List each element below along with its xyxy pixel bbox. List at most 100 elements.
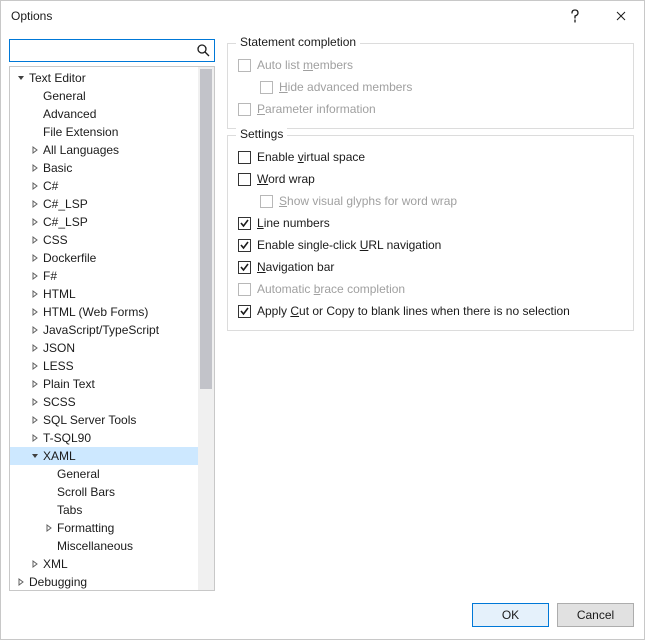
tree-item[interactable]: HTML (Web Forms) <box>10 303 198 321</box>
checkbox-label: Navigation bar <box>257 260 334 274</box>
tree-item-label: Debugging <box>28 573 87 590</box>
tree-item[interactable]: C# <box>10 177 198 195</box>
tree-item[interactable]: Scroll Bars <box>10 483 198 501</box>
tree-item[interactable]: F# <box>10 267 198 285</box>
expand-icon[interactable] <box>28 236 42 244</box>
checkbox[interactable] <box>238 261 251 274</box>
tree-item-label: C# <box>42 177 58 195</box>
tree-item-label: CSS <box>42 231 68 249</box>
tree-item-label: SQL Server Tools <box>42 411 136 429</box>
ok-button[interactable]: OK <box>472 603 549 627</box>
tree-item[interactable]: Debugging <box>10 573 198 590</box>
tree-item[interactable]: Formatting <box>10 519 198 537</box>
tree-item-label: F# <box>42 267 57 285</box>
tree-item[interactable]: Advanced <box>10 105 198 123</box>
tree-item[interactable]: T-SQL90 <box>10 429 198 447</box>
checkbox[interactable] <box>238 151 251 164</box>
checkbox-row[interactable]: Line numbers <box>238 212 623 234</box>
tree-item-label: Basic <box>42 159 72 177</box>
tree-item[interactable]: Text Editor <box>10 69 198 87</box>
tree-item[interactable]: General <box>10 87 198 105</box>
tree-item[interactable]: JSON <box>10 339 198 357</box>
expand-icon[interactable] <box>28 434 42 442</box>
tree-item-label: LESS <box>42 357 74 375</box>
checkbox-row[interactable]: Enable virtual space <box>238 146 623 168</box>
tree-item[interactable]: File Extension <box>10 123 198 141</box>
tree-item[interactable]: JavaScript/TypeScript <box>10 321 198 339</box>
scrollbar-thumb[interactable] <box>200 69 212 389</box>
expand-icon[interactable] <box>28 326 42 334</box>
tree-item[interactable]: All Languages <box>10 141 198 159</box>
scrollbar[interactable] <box>198 67 214 590</box>
tree-item-label: File Extension <box>42 123 118 141</box>
tree-item[interactable]: Basic <box>10 159 198 177</box>
expand-icon[interactable] <box>28 146 42 154</box>
checkbox[interactable] <box>238 217 251 230</box>
window-title: Options <box>11 9 52 23</box>
tree-item[interactable]: Tabs <box>10 501 198 519</box>
tree-item[interactable]: C#_LSP <box>10 195 198 213</box>
tree-item[interactable]: SCSS <box>10 393 198 411</box>
tree-item-label: General <box>42 87 86 105</box>
cancel-button[interactable]: Cancel <box>557 603 634 627</box>
tree-item-label: Tabs <box>56 501 82 519</box>
expand-icon[interactable] <box>28 398 42 406</box>
checkbox-label: Auto list members <box>257 58 353 72</box>
tree-view: Text EditorGeneralAdvancedFile Extension… <box>9 66 215 591</box>
tree-item[interactable]: General <box>10 465 198 483</box>
checkbox-row: Automatic brace completion <box>238 278 623 300</box>
expand-icon[interactable] <box>28 272 42 280</box>
expand-icon[interactable] <box>28 164 42 172</box>
checkbox <box>260 81 273 94</box>
expand-icon[interactable] <box>28 254 42 262</box>
titlebar: Options <box>1 1 644 31</box>
close-button[interactable] <box>598 1 644 31</box>
tree-item[interactable]: Miscellaneous <box>10 537 198 555</box>
tree-item-label: C#_LSP <box>42 195 88 213</box>
expand-icon[interactable] <box>14 74 28 82</box>
checkbox-label: Parameter information <box>257 102 376 116</box>
tree-item[interactable]: XML <box>10 555 198 573</box>
help-button[interactable] <box>552 1 598 31</box>
search-input[interactable] <box>10 40 214 61</box>
checkbox-row[interactable]: Enable single-click URL navigation <box>238 234 623 256</box>
checkbox-label: Hide advanced members <box>279 80 412 94</box>
expand-icon[interactable] <box>14 578 28 586</box>
tree-item-label: Text Editor <box>28 69 86 87</box>
expand-icon[interactable] <box>28 308 42 316</box>
checkbox-row[interactable]: Apply Cut or Copy to blank lines when th… <box>238 300 623 322</box>
checkbox-row[interactable]: Word wrap <box>238 168 623 190</box>
expand-icon[interactable] <box>28 560 42 568</box>
expand-icon[interactable] <box>28 416 42 424</box>
checkbox[interactable] <box>238 239 251 252</box>
checkbox-label: Enable virtual space <box>257 150 365 164</box>
tree-item[interactable]: SQL Server Tools <box>10 411 198 429</box>
tree-item-label: Dockerfile <box>42 249 96 267</box>
checkbox <box>238 59 251 72</box>
expand-icon[interactable] <box>42 524 56 532</box>
tree-item-label: JavaScript/TypeScript <box>42 321 159 339</box>
checkbox[interactable] <box>238 305 251 318</box>
expand-icon[interactable] <box>28 182 42 190</box>
checkbox-row: Auto list members <box>238 54 623 76</box>
expand-icon[interactable] <box>28 362 42 370</box>
tree-item[interactable]: Dockerfile <box>10 249 198 267</box>
expand-icon[interactable] <box>28 200 42 208</box>
checkbox[interactable] <box>238 173 251 186</box>
search-icon[interactable] <box>195 42 211 58</box>
tree-item[interactable]: XAML <box>10 447 198 465</box>
checkbox <box>238 103 251 116</box>
expand-icon[interactable] <box>28 380 42 388</box>
tree-item-label: C#_LSP <box>42 213 88 231</box>
tree-item-label: All Languages <box>42 141 119 159</box>
expand-icon[interactable] <box>28 290 42 298</box>
tree-item[interactable]: Plain Text <box>10 375 198 393</box>
tree-item[interactable]: C#_LSP <box>10 213 198 231</box>
tree-item[interactable]: HTML <box>10 285 198 303</box>
checkbox-row[interactable]: Navigation bar <box>238 256 623 278</box>
tree-item[interactable]: CSS <box>10 231 198 249</box>
expand-icon[interactable] <box>28 452 42 460</box>
expand-icon[interactable] <box>28 344 42 352</box>
tree-item[interactable]: LESS <box>10 357 198 375</box>
expand-icon[interactable] <box>28 218 42 226</box>
